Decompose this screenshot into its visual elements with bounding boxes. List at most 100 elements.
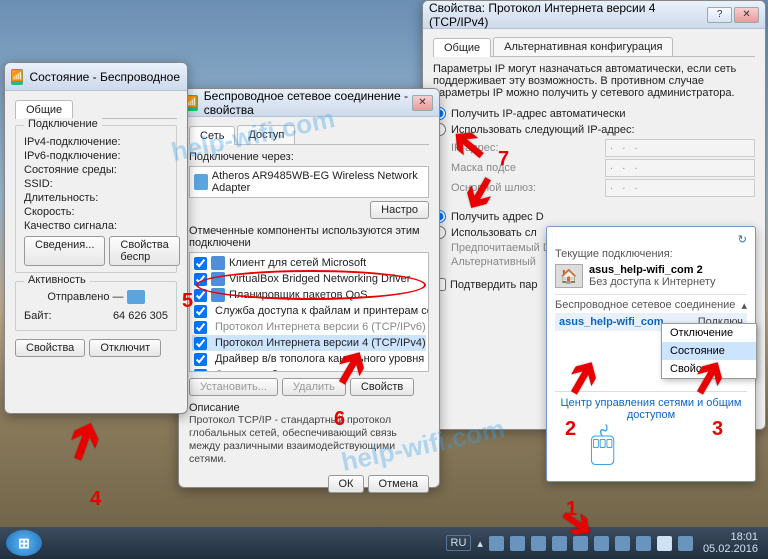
tray-icon[interactable]: [573, 536, 588, 551]
ctx-disconnect[interactable]: Отключение: [662, 324, 756, 342]
component-label: Протокол Интернета версии 6 (TCP/IPv6): [215, 321, 426, 333]
label-dns2: Альтернативный: [451, 256, 536, 268]
components-list[interactable]: Клиент для сетей Microsoft VirtualBox Br…: [189, 252, 429, 372]
close-button[interactable]: ✕: [734, 7, 759, 23]
tab-altconfig[interactable]: Альтернативная конфигурация: [493, 37, 673, 56]
status-title: Состояние - Беспроводное сетевое соедине…: [29, 70, 181, 84]
label-validate: Подтвердить пар: [450, 279, 538, 291]
taskbar: ⊞ RU ▴ 18:01 05.02.2016: [0, 527, 768, 559]
group-activity: Активность: [24, 274, 90, 286]
num-4: 4: [90, 488, 101, 511]
status-titlebar: 📶 Состояние - Беспроводное сетевое соеди…: [5, 63, 187, 91]
label-media: Состояние среды:: [24, 164, 117, 176]
component-label: Клиент для сетей Microsoft: [229, 257, 366, 269]
label-auto-ip: Получить IP-адрес автоматически: [451, 108, 625, 120]
component-icon: [211, 256, 225, 270]
signal-icon: 📶: [11, 69, 23, 85]
network-flyout: ↻ Текущие подключения: 🏠 asus_help-wifi_…: [546, 226, 756, 482]
label-ipv6: IPv6-подключение:: [24, 150, 121, 162]
tray-sound-icon[interactable]: [678, 536, 693, 551]
mouse-icon: 🖱: [590, 420, 615, 469]
uninstall-button[interactable]: Удалить: [282, 378, 346, 396]
chk-item-6[interactable]: [194, 353, 207, 366]
label-auto-dns: Получить адрес D: [451, 211, 544, 223]
ok-button[interactable]: ОК: [328, 475, 365, 493]
tab-general[interactable]: Общие: [15, 100, 73, 119]
start-button[interactable]: ⊞: [6, 530, 42, 556]
context-menu: Отключение Состояние Свойс: [661, 323, 757, 379]
component-label: Планировщик пакетов QoS: [229, 289, 368, 301]
item-properties-button[interactable]: Свойств: [350, 378, 414, 396]
connection-properties-window: 📶 Беспроводное сетевое соединение - свой…: [178, 88, 440, 488]
clock[interactable]: 18:01 05.02.2016: [699, 531, 762, 555]
ip-field: . . .: [605, 139, 755, 157]
label-mask: Маска подсе: [451, 162, 516, 174]
props-title: Беспроводное сетевое соединение - свойст…: [204, 89, 410, 117]
close-button[interactable]: ✕: [412, 95, 433, 111]
label-gateway: Основной шлюз:: [451, 182, 536, 194]
refresh-icon[interactable]: ↻: [555, 233, 747, 246]
component-label: VirtualBox Bridged Networking Driver: [229, 273, 410, 285]
bytes-sent: 64 626 305: [113, 310, 168, 322]
label-bytes: Байт:: [24, 310, 52, 322]
details-button[interactable]: Сведения...: [24, 236, 105, 266]
flyout-heading: Текущие подключения:: [555, 248, 747, 260]
label-dns1: Предпочитаемый D: [451, 242, 551, 254]
adapter-icon: [194, 174, 208, 190]
tray-icon[interactable]: [531, 536, 546, 551]
network-center-link[interactable]: Центр управления сетями и общим доступом: [555, 391, 747, 421]
current-network-name: asus_help-wifi_com 2: [589, 264, 716, 276]
configure-button[interactable]: Настро: [370, 201, 429, 219]
tray-icon[interactable]: [489, 536, 504, 551]
group-connection: Подключение: [24, 118, 102, 130]
chk-item-4[interactable]: [194, 321, 207, 334]
tray-up-icon[interactable]: ▴: [477, 537, 483, 550]
tray-icon[interactable]: [552, 536, 567, 551]
num-1: 1: [566, 498, 577, 521]
chk-item-0[interactable]: [194, 257, 207, 270]
lang-indicator[interactable]: RU: [446, 535, 472, 551]
label-manual-ip: Использовать следующий IP-адрес:: [451, 124, 635, 136]
tray-icon[interactable]: [510, 536, 525, 551]
sent-label: Отправлено —: [47, 291, 123, 303]
component-icon: [211, 288, 225, 302]
label-ssid: SSID:: [24, 178, 53, 190]
label-ip: IP-адрес:: [451, 142, 498, 154]
label-manual-dns: Использовать сл: [451, 227, 537, 239]
disable-button[interactable]: Отключит: [89, 339, 161, 357]
label-speed: Скорость:: [24, 206, 75, 218]
desc-text: Протокол TCP/IP - стандартный протокол г…: [189, 414, 429, 467]
tray-icon[interactable]: [615, 536, 630, 551]
tcpip-title: Свойства: Протокол Интернета версии 4 (T…: [429, 1, 705, 29]
properties-button[interactable]: Свойства: [15, 339, 85, 357]
component-label: Ответчик обнаружения топологии канальног…: [215, 369, 429, 372]
install-button[interactable]: Установить...: [189, 378, 278, 396]
wifi-props-button[interactable]: Свойства беспр: [109, 236, 179, 266]
ctx-properties[interactable]: Свойс: [662, 360, 756, 378]
chk-item-7[interactable]: [194, 369, 207, 373]
label-duration: Длительность:: [24, 192, 98, 204]
tab-general[interactable]: Общие: [433, 38, 491, 57]
tray-icon[interactable]: [594, 536, 609, 551]
tab-network[interactable]: Сеть: [189, 126, 235, 145]
component-icon: [211, 272, 225, 286]
chk-item-3[interactable]: [194, 305, 207, 318]
tab-sharing[interactable]: Доступ: [237, 125, 295, 144]
current-network-state: Без доступа к Интернету: [589, 276, 716, 288]
wireless-section-label: Беспроводное сетевое соединение: [555, 299, 735, 311]
tcpip-titlebar: Свойства: Протокол Интернета версии 4 (T…: [423, 1, 765, 29]
adapter-name: Atheros AR9485WB-EG Wireless Network Ada…: [212, 170, 424, 194]
component-label: Протокол Интернета версии 4 (TCP/IPv4): [215, 337, 426, 349]
cancel-button[interactable]: Отмена: [368, 475, 429, 493]
chk-item-2[interactable]: [194, 289, 207, 302]
tcpip-intro: Параметры IP могут назначаться автоматич…: [433, 63, 755, 99]
ctx-status[interactable]: Состояние: [662, 342, 756, 360]
desc-label: Описание: [189, 402, 429, 414]
help-button[interactable]: ?: [707, 7, 732, 23]
tray-network-icon[interactable]: [657, 536, 672, 551]
component-label: Служба доступа к файлам и принтерам сете…: [215, 305, 429, 317]
tray-icon[interactable]: [636, 536, 651, 551]
chk-item-1[interactable]: [194, 273, 207, 286]
component-label: Драйвер в/в тополога канального уровня: [215, 353, 424, 365]
chk-item-5[interactable]: [194, 337, 207, 350]
